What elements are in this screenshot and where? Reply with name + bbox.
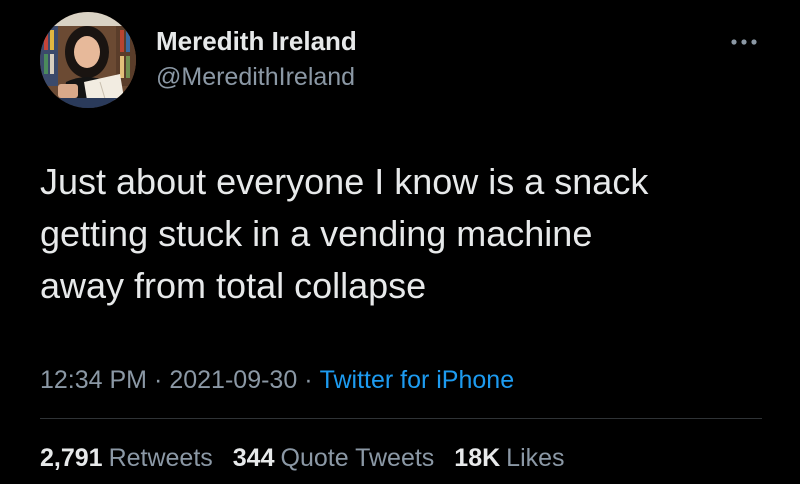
retweets-label: Retweets: [108, 444, 213, 472]
ellipsis-icon: [731, 39, 757, 45]
likes-stat[interactable]: 18K Likes: [454, 444, 564, 473]
likes-count: 18K: [454, 444, 501, 472]
tweet-time[interactable]: 12:34 PM: [40, 366, 147, 394]
tweet-date[interactable]: 2021-09-30: [169, 366, 297, 394]
meta-separator: ·: [304, 366, 313, 394]
tweet-text-line: Just about everyone I know is a snack: [40, 161, 649, 202]
tweet-text-line: away from total collapse: [40, 265, 427, 306]
author-handle[interactable]: @MeredithIreland: [156, 63, 355, 92]
profile-photo-icon: [40, 12, 136, 108]
retweets-stat[interactable]: 2,791 Retweets: [40, 444, 213, 473]
tweet-metadata: 12:34 PM · 2021-09-30 · Twitter for iPhone: [40, 366, 514, 395]
author-display-name[interactable]: Meredith Ireland: [156, 26, 357, 57]
tweet-source-link[interactable]: Twitter for iPhone: [320, 366, 515, 394]
quote-tweets-count: 344: [232, 444, 275, 472]
tweet-card: Meredith Ireland @MeredithIreland Just a…: [0, 0, 800, 484]
tweet-stats: 2,791 Retweets 344 Quote Tweets 18K Likes: [40, 444, 585, 473]
avatar[interactable]: [40, 12, 136, 108]
likes-label: Likes: [506, 444, 565, 472]
retweets-count: 2,791: [40, 444, 103, 472]
tweet-text-line: getting stuck in a vending machine: [40, 213, 593, 254]
quote-tweets-label: Quote Tweets: [280, 444, 435, 472]
divider: [40, 418, 762, 419]
tweet-text: Just about everyone I know is a snack ge…: [40, 156, 760, 312]
meta-separator: ·: [154, 366, 163, 394]
more-options-button[interactable]: [724, 32, 764, 52]
quote-tweets-stat[interactable]: 344 Quote Tweets: [233, 444, 435, 473]
